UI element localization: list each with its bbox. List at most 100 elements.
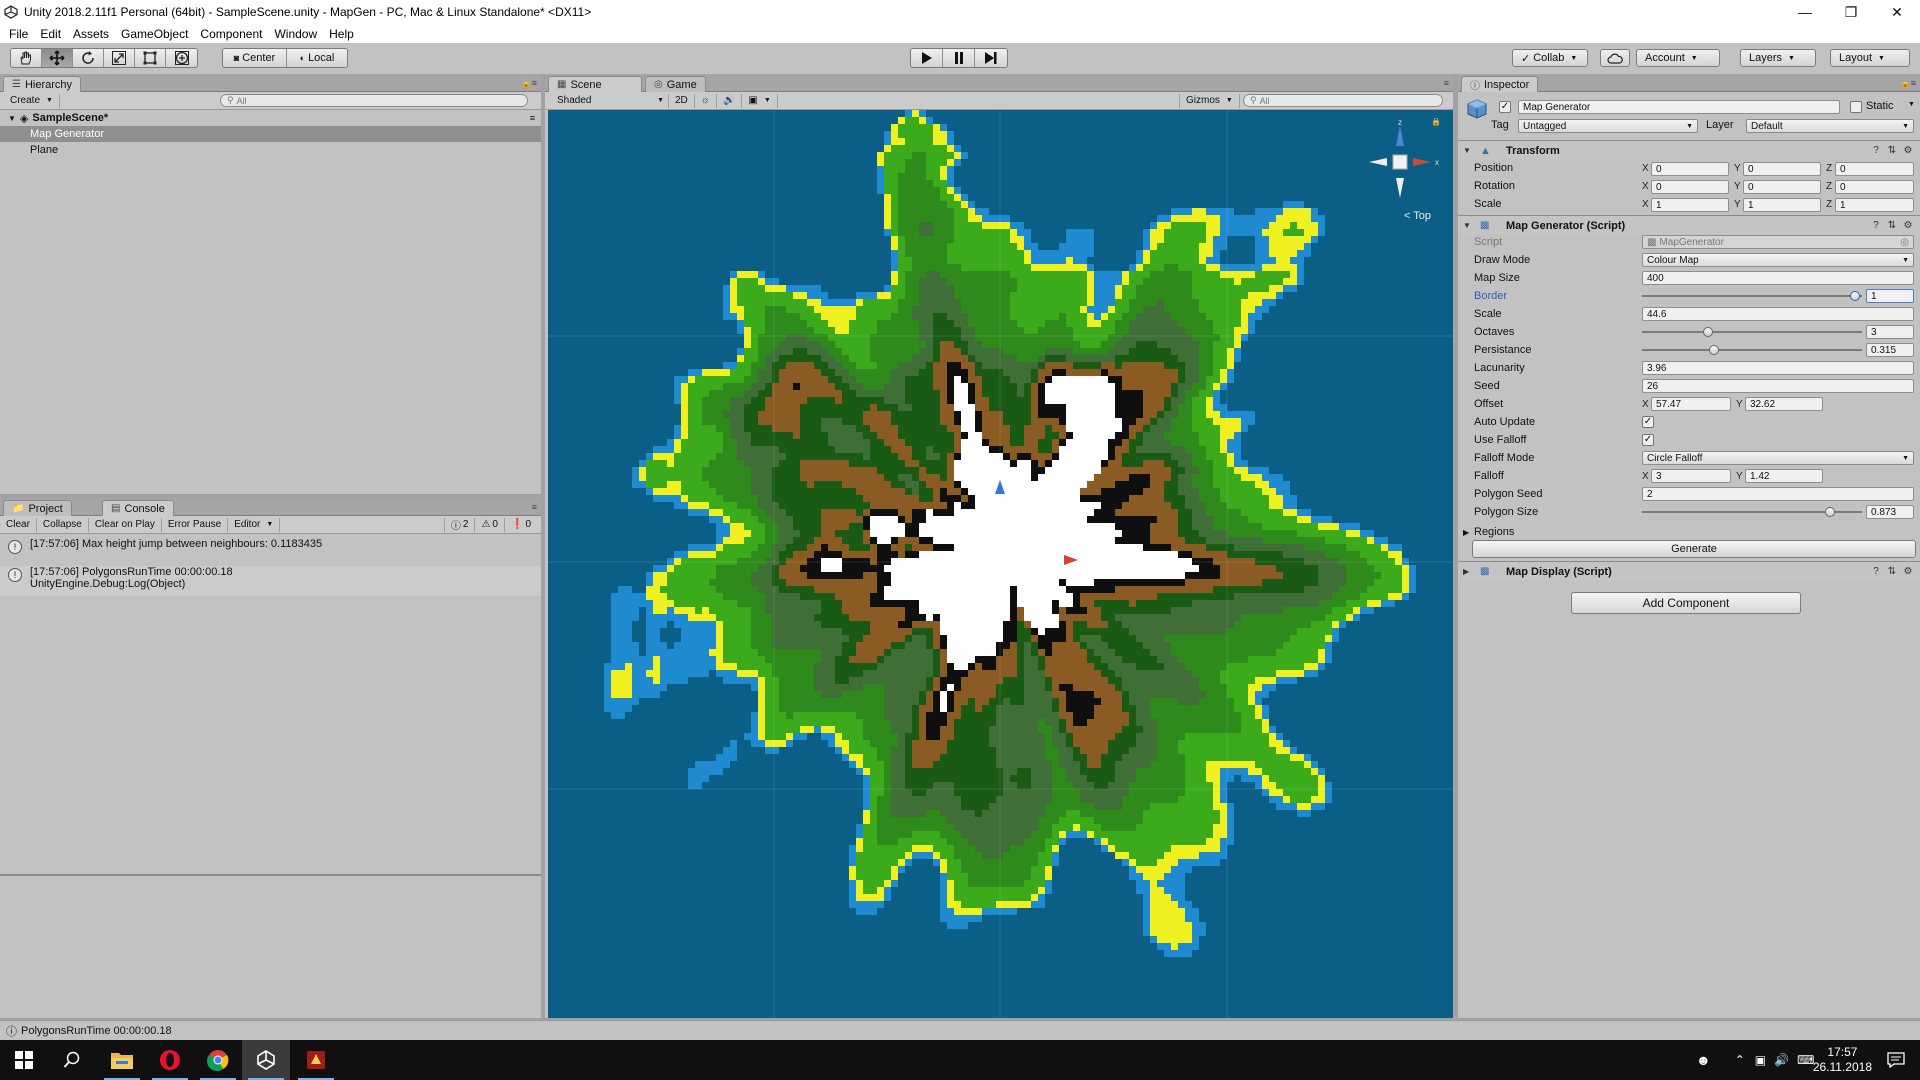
start-button[interactable]	[0, 1040, 48, 1080]
gizmo-x-arrow[interactable]	[1413, 158, 1431, 166]
status-message[interactable]: PolygonsRunTime 00:00:00.18	[21, 1025, 172, 1037]
scale-z-field[interactable]: 1	[1835, 198, 1914, 212]
transform-component-header[interactable]: ▼ ▲ Transform ? ⇅ ⚙	[1458, 140, 1920, 160]
console-entry[interactable]: ! [17:57:06] PolygonsRunTime 00:00:00.18…	[0, 566, 541, 596]
menu-file[interactable]: File	[3, 27, 34, 41]
scale-y-field[interactable]: 1	[1743, 198, 1821, 212]
offset-y-field[interactable]: 32.62	[1745, 397, 1823, 411]
slider-thumb[interactable]	[1703, 327, 1713, 337]
mode-2d-toggle[interactable]: 2D	[669, 93, 695, 108]
scene-viewport[interactable]: z x 🔒 < Top	[548, 110, 1453, 1018]
console-detail-divider[interactable]	[0, 874, 541, 876]
tab-scene[interactable]: ▦ Scene	[548, 76, 642, 92]
collab-dropdown[interactable]: ✓ Collab ▼	[1512, 49, 1588, 67]
static-checkbox[interactable]	[1850, 101, 1862, 113]
slider-thumb[interactable]	[1850, 291, 1860, 301]
gizmo-lock-icon[interactable]: 🔒	[1431, 118, 1441, 126]
keyboard-icon[interactable]: ⌨	[1797, 1053, 1814, 1067]
tab-inspector[interactable]: ⓘ Inspector	[1461, 76, 1539, 92]
console-collapse-button[interactable]: Collapse	[37, 517, 89, 532]
lacunarity-field[interactable]: 3.96	[1642, 361, 1914, 375]
falloff-y-field[interactable]: 1.42	[1745, 469, 1823, 483]
octaves-field[interactable]: 3	[1866, 325, 1914, 339]
noise-scale-field[interactable]: 44.6	[1642, 307, 1914, 321]
scene-search-input[interactable]: ⚲ All	[1243, 94, 1443, 107]
preset-icon[interactable]: ⇅	[1886, 220, 1898, 232]
cloud-button[interactable]	[1600, 49, 1630, 67]
slider-thumb[interactable]	[1825, 507, 1835, 517]
taskbar-app[interactable]	[292, 1040, 340, 1080]
hierarchy-item-plane[interactable]: Plane	[0, 142, 541, 158]
close-button[interactable]: ✕	[1874, 0, 1920, 24]
polygon-size-field[interactable]: 0.873	[1866, 505, 1914, 519]
gizmo-y-arrow[interactable]	[1396, 126, 1404, 146]
step-button[interactable]	[975, 49, 1007, 67]
create-button[interactable]: Create ▼	[4, 93, 60, 108]
minimize-button[interactable]: —	[1782, 0, 1828, 24]
transform-tool-button[interactable]	[166, 49, 197, 67]
octaves-slider[interactable]	[1642, 323, 1862, 341]
account-dropdown[interactable]: Account ▼	[1636, 49, 1720, 67]
pivot-local-button[interactable]: ◐ Local	[287, 49, 347, 67]
gizmo-neg-x-arrow[interactable]	[1369, 158, 1387, 166]
draw-mode-dropdown[interactable]: Colour Map ▼	[1642, 253, 1914, 267]
gear-icon[interactable]: ⚙	[1902, 566, 1914, 578]
taskbar-explorer[interactable]	[98, 1040, 146, 1080]
position-y-field[interactable]: 0	[1743, 162, 1821, 176]
panel-menu-icon[interactable]: ≡	[1444, 78, 1449, 88]
scene-audio-toggle[interactable]: 🔊	[717, 93, 743, 108]
help-icon[interactable]: ?	[1870, 220, 1882, 232]
hand-tool-button[interactable]	[11, 49, 42, 67]
persistance-slider[interactable]	[1642, 341, 1862, 359]
gizmos-dropdown[interactable]: Gizmos ▼	[1179, 93, 1240, 108]
map-generator-component-header[interactable]: ▼ ▩ Map Generator (Script) ? ⇅ ⚙	[1458, 215, 1920, 235]
persistance-field[interactable]: 0.315	[1866, 343, 1914, 357]
border-field[interactable]: 1	[1866, 289, 1914, 303]
gizmo-center-cube[interactable]	[1392, 154, 1408, 170]
menu-window[interactable]: Window	[268, 27, 323, 41]
rotation-z-field[interactable]: 0	[1835, 180, 1914, 194]
position-x-field[interactable]: 0	[1651, 162, 1729, 176]
scale-tool-button[interactable]	[104, 49, 135, 67]
people-icon[interactable]: ☻	[1696, 1052, 1711, 1068]
rotation-y-field[interactable]: 0	[1743, 180, 1821, 194]
target-icon[interactable]: ◎	[1900, 237, 1909, 248]
gizmo-view-label[interactable]: < Top	[1404, 210, 1431, 222]
layers-dropdown[interactable]: Layers ▼	[1740, 49, 1816, 67]
restore-button[interactable]: ❐	[1828, 0, 1874, 24]
taskbar-opera[interactable]	[146, 1040, 194, 1080]
taskbar-unity[interactable]	[242, 1040, 290, 1080]
gear-icon[interactable]: ⚙	[1902, 145, 1914, 157]
gear-icon[interactable]: ⚙	[1902, 220, 1914, 232]
panel-lock-icon[interactable]: 🔒≡	[1900, 78, 1916, 89]
menu-component[interactable]: Component	[194, 27, 268, 41]
map-display-component-header[interactable]: ▶ ▩ Map Display (Script) ? ⇅ ⚙	[1458, 561, 1920, 581]
network-icon[interactable]: ▣	[1755, 1053, 1766, 1067]
position-z-field[interactable]: 0	[1835, 162, 1914, 176]
seed-field[interactable]: 26	[1642, 379, 1914, 393]
volume-icon[interactable]: 🔊	[1774, 1053, 1789, 1067]
scene-row[interactable]: ▼ ◈ SampleScene* ≡	[0, 110, 541, 126]
console-warning-toggle[interactable]: ⚠ 0	[475, 517, 505, 532]
regions-foldout[interactable]: ▶ Regions	[1458, 523, 1920, 541]
tag-dropdown[interactable]: Untagged ▼	[1518, 119, 1698, 133]
console-entry[interactable]: ! [17:57:06] Max height jump between nei…	[0, 538, 541, 564]
tab-hierarchy[interactable]: ☰ Hierarchy	[3, 76, 82, 92]
taskbar-clock[interactable]: 17:57 26.11.2018	[1813, 1045, 1872, 1075]
chevron-up-icon[interactable]: ⌃	[1735, 1053, 1745, 1067]
help-icon[interactable]: ?	[1870, 566, 1882, 578]
gameobject-name-field[interactable]: Map Generator	[1518, 100, 1840, 114]
map-size-field[interactable]: 400	[1642, 271, 1914, 285]
use-falloff-checkbox[interactable]: ✓	[1642, 434, 1654, 446]
move-tool-button[interactable]	[42, 49, 73, 67]
layer-dropdown[interactable]: Default ▼	[1746, 119, 1914, 133]
console-error-toggle[interactable]: ❗ 0	[505, 518, 537, 532]
menu-help[interactable]: Help	[323, 27, 360, 41]
chevron-down-icon[interactable]: ▼	[1908, 101, 1915, 108]
border-slider[interactable]	[1642, 287, 1862, 305]
pause-button[interactable]	[943, 49, 975, 67]
menu-assets[interactable]: Assets	[67, 27, 115, 41]
layout-dropdown[interactable]: Layout ▼	[1830, 49, 1910, 67]
play-button[interactable]	[911, 49, 943, 67]
orientation-gizmo[interactable]: z x 🔒	[1355, 118, 1445, 208]
